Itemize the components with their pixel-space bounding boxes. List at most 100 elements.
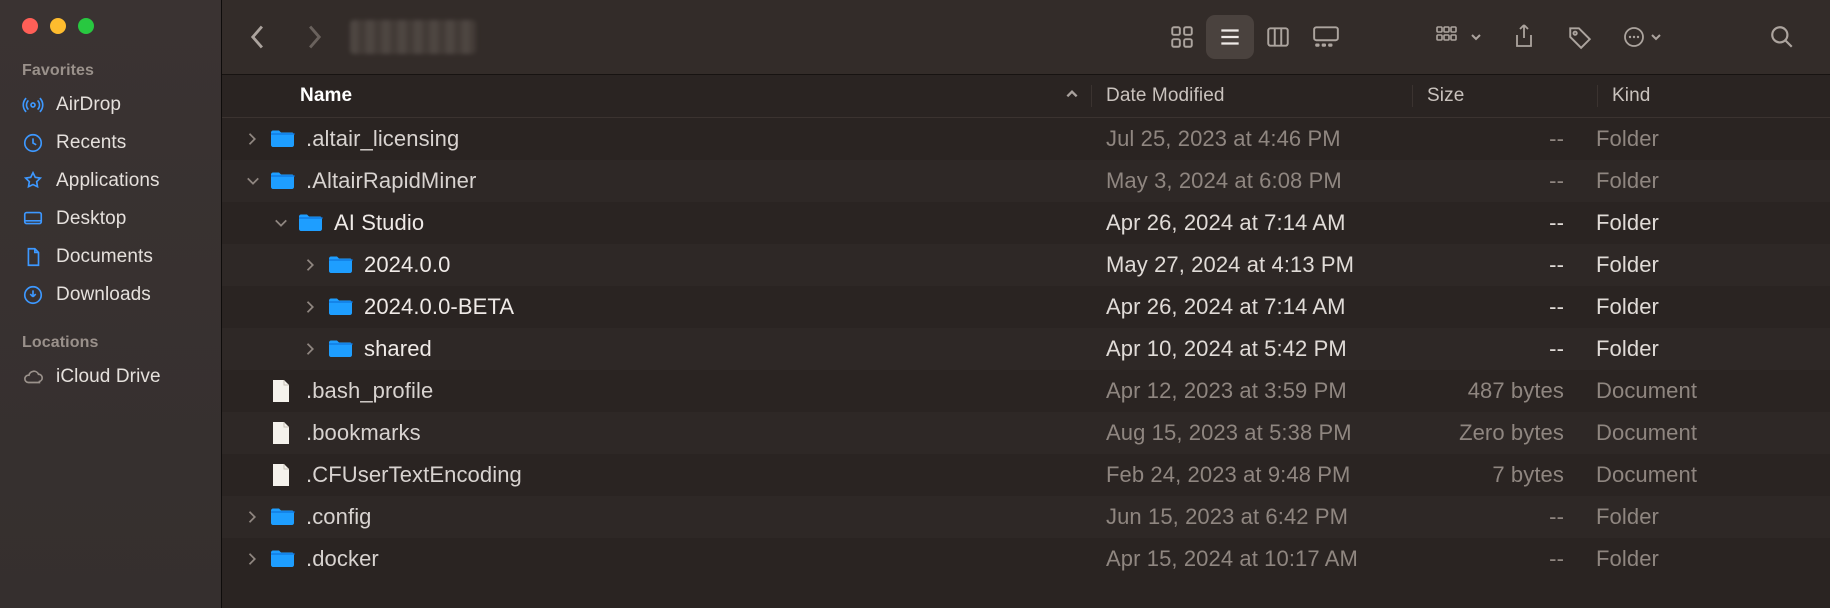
folder-icon bbox=[328, 294, 354, 320]
disclosure-expanded-icon[interactable] bbox=[272, 214, 290, 232]
window-title-redacted bbox=[350, 20, 476, 54]
folder-icon bbox=[298, 210, 324, 236]
file-kind: Folder bbox=[1582, 336, 1830, 362]
column-header-size[interactable]: Size bbox=[1413, 85, 1598, 107]
disclosure-collapsed-icon[interactable] bbox=[302, 298, 320, 316]
disclosure-collapsed-icon bbox=[244, 382, 262, 400]
back-button[interactable] bbox=[234, 15, 282, 59]
disclosure-collapsed-icon bbox=[244, 424, 262, 442]
share-button[interactable] bbox=[1500, 15, 1548, 59]
search-button[interactable] bbox=[1758, 15, 1806, 59]
file-date: Apr 15, 2024 at 10:17 AM bbox=[1092, 546, 1412, 572]
column-headers: Name Date Modified Size Kind bbox=[222, 75, 1830, 118]
column-header-name[interactable]: Name bbox=[222, 85, 1092, 107]
view-columns-button[interactable] bbox=[1254, 15, 1302, 59]
folder-icon bbox=[270, 504, 296, 530]
sidebar-item-label: Recents bbox=[56, 132, 126, 154]
file-row[interactable]: .AltairRapidMinerMay 3, 2024 at 6:08 PM-… bbox=[222, 160, 1830, 202]
file-date: Jun 15, 2023 at 6:42 PM bbox=[1092, 504, 1412, 530]
disclosure-collapsed-icon[interactable] bbox=[244, 550, 262, 568]
file-name: AI Studio bbox=[334, 210, 424, 236]
sidebar-item-airdrop[interactable]: AirDrop bbox=[0, 86, 221, 124]
file-kind: Folder bbox=[1582, 210, 1830, 236]
column-header-kind[interactable]: Kind bbox=[1598, 85, 1830, 107]
file-size: Zero bytes bbox=[1412, 420, 1582, 446]
view-mode-group bbox=[1158, 15, 1350, 59]
disclosure-expanded-icon[interactable] bbox=[244, 172, 262, 190]
column-header-label: Kind bbox=[1612, 85, 1650, 106]
file-row[interactable]: .dockerApr 15, 2024 at 10:17 AM--Folder bbox=[222, 538, 1830, 580]
file-name: .bash_profile bbox=[306, 378, 433, 404]
column-header-label: Name bbox=[300, 85, 352, 107]
file-size: -- bbox=[1412, 252, 1582, 278]
file-date: Jul 25, 2023 at 4:46 PM bbox=[1092, 126, 1412, 152]
sidebar: Favorites AirDrop Recents Applications D… bbox=[0, 0, 222, 608]
sidebar-item-downloads[interactable]: Downloads bbox=[0, 276, 221, 314]
file-name: 2024.0.0 bbox=[364, 252, 450, 278]
file-size: 7 bytes bbox=[1412, 462, 1582, 488]
file-name: .AltairRapidMiner bbox=[306, 168, 476, 194]
file-row[interactable]: .bookmarks Aug 15, 2023 at 5:38 PMZero by… bbox=[222, 412, 1830, 454]
file-kind: Folder bbox=[1582, 546, 1830, 572]
sidebar-item-documents[interactable]: Documents bbox=[0, 238, 221, 276]
group-by-button[interactable] bbox=[1426, 15, 1492, 59]
file-name: .config bbox=[306, 504, 372, 530]
file-row[interactable]: .bash_profileApr 12, 2023 at 3:59 PM487 … bbox=[222, 370, 1830, 412]
column-header-label: Date Modified bbox=[1106, 85, 1225, 106]
disclosure-collapsed-icon[interactable] bbox=[244, 130, 262, 148]
disclosure-collapsed-icon[interactable] bbox=[302, 256, 320, 274]
folder-icon bbox=[270, 546, 296, 572]
sidebar-section-locations: Locations bbox=[0, 330, 221, 358]
view-list-button[interactable] bbox=[1206, 15, 1254, 59]
close-window-button[interactable] bbox=[22, 18, 38, 34]
file-date: May 27, 2024 at 4:13 PM bbox=[1092, 252, 1412, 278]
file-row[interactable]: 2024.0.0May 27, 2024 at 4:13 PM--Folder bbox=[222, 244, 1830, 286]
disclosure-collapsed-icon[interactable] bbox=[302, 340, 320, 358]
folder-icon bbox=[270, 168, 296, 194]
file-name: 2024.0.0-BETA bbox=[364, 294, 514, 320]
forward-button[interactable] bbox=[290, 15, 338, 59]
file-size: 487 bytes bbox=[1412, 378, 1582, 404]
sidebar-item-label: Desktop bbox=[56, 208, 126, 230]
file-row[interactable]: .configJun 15, 2023 at 6:42 PM--Folder bbox=[222, 496, 1830, 538]
action-menu-button[interactable] bbox=[1612, 15, 1672, 59]
folder-icon bbox=[270, 126, 296, 152]
sidebar-item-recents[interactable]: Recents bbox=[0, 124, 221, 162]
sidebar-item-applications[interactable]: Applications bbox=[0, 162, 221, 200]
disclosure-collapsed-icon[interactable] bbox=[244, 508, 262, 526]
file-kind: Document bbox=[1582, 378, 1830, 404]
sidebar-item-desktop[interactable]: Desktop bbox=[0, 200, 221, 238]
file-name: .altair_licensing bbox=[306, 126, 459, 152]
applications-icon bbox=[22, 170, 44, 192]
sidebar-item-label: iCloud Drive bbox=[56, 366, 161, 388]
file-row[interactable]: sharedApr 10, 2024 at 5:42 PM--Folder bbox=[222, 328, 1830, 370]
file-row[interactable]: 2024.0.0-BETAApr 26, 2024 at 7:14 AM--Fo… bbox=[222, 286, 1830, 328]
file-size: -- bbox=[1412, 210, 1582, 236]
file-size: -- bbox=[1412, 126, 1582, 152]
file-kind: Folder bbox=[1582, 168, 1830, 194]
file-name: shared bbox=[364, 336, 432, 362]
file-row[interactable]: AI StudioApr 26, 2024 at 7:14 AM--Folder bbox=[222, 202, 1830, 244]
disclosure-collapsed-icon bbox=[244, 466, 262, 484]
file-row[interactable]: .altair_licensing Jul 25, 2023 at 4:46 PM… bbox=[222, 118, 1830, 160]
window-controls bbox=[0, 14, 221, 58]
file-date: Aug 15, 2023 at 5:38 PM bbox=[1092, 420, 1412, 446]
file-kind: Folder bbox=[1582, 294, 1830, 320]
view-gallery-button[interactable] bbox=[1302, 15, 1350, 59]
fullscreen-window-button[interactable] bbox=[78, 18, 94, 34]
sidebar-item-label: Documents bbox=[56, 246, 153, 268]
file-name: .bookmarks bbox=[306, 420, 421, 446]
desktop-icon bbox=[22, 208, 44, 230]
document-icon bbox=[22, 246, 44, 268]
column-header-date[interactable]: Date Modified bbox=[1092, 85, 1413, 107]
file-kind: Folder bbox=[1582, 126, 1830, 152]
file-name: .CFUserTextEncoding bbox=[306, 462, 522, 488]
file-date: May 3, 2024 at 6:08 PM bbox=[1092, 168, 1412, 194]
sidebar-item-icloud[interactable]: iCloud Drive bbox=[0, 358, 221, 396]
minimize-window-button[interactable] bbox=[50, 18, 66, 34]
file-kind: Document bbox=[1582, 462, 1830, 488]
file-row[interactable]: .CFUserTextEncodingFeb 24, 2023 at 9:48 … bbox=[222, 454, 1830, 496]
tags-button[interactable] bbox=[1556, 15, 1604, 59]
view-icons-button[interactable] bbox=[1158, 15, 1206, 59]
file-date: Apr 10, 2024 at 5:42 PM bbox=[1092, 336, 1412, 362]
